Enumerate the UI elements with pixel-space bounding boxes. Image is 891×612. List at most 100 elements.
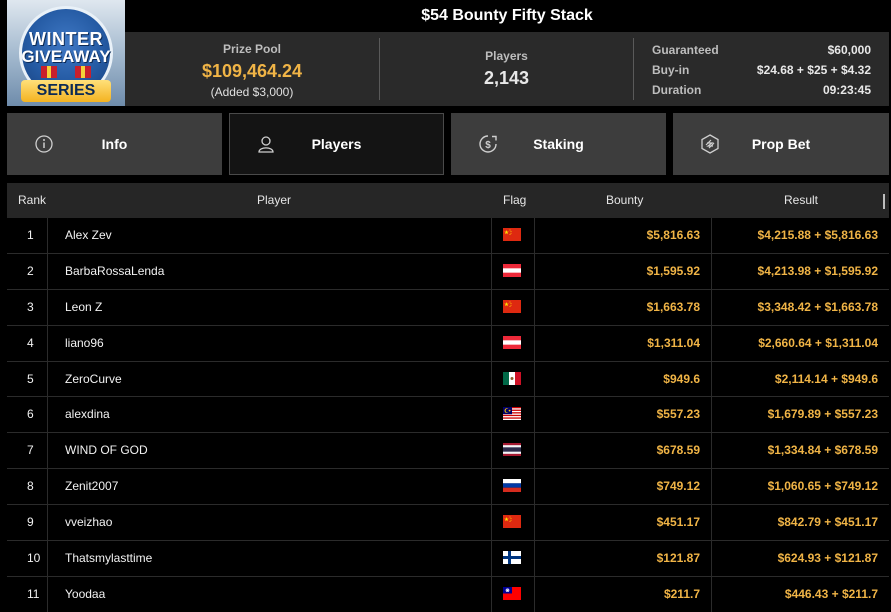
cell-divider xyxy=(47,325,48,361)
taiwan-flag-icon xyxy=(503,586,521,601)
cell-divider xyxy=(534,361,535,397)
player-name-cell[interactable]: Thatsmylasttime xyxy=(65,541,152,576)
result-cell: $3,348.42 + $1,663.78 xyxy=(757,299,878,314)
player-name-cell[interactable]: Yoodaa xyxy=(65,577,105,612)
table-row[interactable]: 11 Yoodaa $211.7 $446.43 + $211.7 xyxy=(7,576,889,612)
duration-row: Duration 09:23:45 xyxy=(652,80,871,100)
player-name-cell[interactable]: vveizhao xyxy=(65,505,112,540)
player-name-cell[interactable]: Zenit2007 xyxy=(65,469,118,504)
finland-flag-icon xyxy=(503,551,521,565)
details-panel: Guaranteed $60,000 Buy-in $24.68 + $25 +… xyxy=(652,40,871,100)
guaranteed-value: $60,000 xyxy=(827,43,871,57)
cell-divider xyxy=(534,218,535,253)
column-header-rank[interactable]: Rank xyxy=(18,183,46,218)
bounty-cell: $1,311.04 xyxy=(647,335,700,350)
player-name-cell[interactable]: Alex Zev xyxy=(65,218,112,253)
tournament-summary: Prize Pool $109,464.24 (Added $3,000) Pl… xyxy=(125,32,889,106)
cell-divider xyxy=(47,433,48,469)
cell-divider xyxy=(491,469,492,505)
duration-value: 09:23:45 xyxy=(822,83,871,97)
players-panel: Players 2,143 xyxy=(380,32,633,106)
cell-divider xyxy=(491,218,492,253)
rank-cell: 2 xyxy=(27,263,34,278)
player-name-cell[interactable]: WIND OF GOD xyxy=(65,433,148,468)
prize-pool-label: Prize Pool xyxy=(222,42,281,56)
tab-players-label: Players xyxy=(311,136,362,152)
buy-in-label: Buy-in xyxy=(652,63,690,77)
table-row[interactable]: 2 BarbaRossaLenda $1,595.92 $4,213.98 + $1,… xyxy=(7,253,889,290)
tab-prop-bet[interactable]: Prop Bet xyxy=(673,113,889,175)
gift-icon xyxy=(41,66,57,78)
table-row[interactable]: 10 Thatsmylasttime $121.87 $624.93 + $121.8… xyxy=(7,541,889,577)
gift-icon xyxy=(75,66,91,78)
result-cell: $1,060.65 + $749.12 xyxy=(767,479,878,494)
austria-flag-icon xyxy=(503,263,521,278)
player-name-cell[interactable]: Leon Z xyxy=(65,290,102,325)
result-cell: $2,660.64 + $1,311.04 xyxy=(758,335,878,350)
cell-divider xyxy=(47,541,48,577)
divider xyxy=(633,38,634,100)
cell-divider xyxy=(711,433,712,469)
table-row[interactable]: 8 Zenit2007 $749.12 $1,060.65 + $749.12 xyxy=(7,469,889,506)
player-name-cell[interactable]: BarbaRossaLenda xyxy=(65,254,164,289)
player-name-cell[interactable]: ZeroCurve xyxy=(65,362,122,397)
cell-divider xyxy=(711,469,712,505)
tab-info[interactable]: Info xyxy=(7,113,222,175)
prize-pool-value: $109,464.24 xyxy=(201,61,303,81)
rank-cell: 6 xyxy=(27,407,34,422)
column-header-bounty[interactable]: Bounty xyxy=(606,183,643,218)
bounty-cell: $121.87 xyxy=(656,551,700,566)
prize-pool-panel: Prize Pool $109,464.24 (Added $3,000) xyxy=(125,32,379,106)
cell-divider xyxy=(534,541,535,577)
logo-line-1: WINTER xyxy=(29,29,103,49)
table-row[interactable]: 7 WIND OF GOD $678.59 $1,334.84 + $678.59 xyxy=(7,433,889,470)
cell-divider xyxy=(47,253,48,289)
cell-divider xyxy=(711,253,712,289)
table-header: Rank Player Flag Bounty Result xyxy=(7,183,889,218)
rank-cell: 1 xyxy=(27,228,34,242)
table-row[interactable]: 9 vveizhao $451.17 $842.79 + $451.17 xyxy=(7,505,889,542)
tab-players[interactable]: Players xyxy=(229,113,444,175)
cell-divider xyxy=(47,218,48,253)
table-row[interactable]: 5 ZeroCurve $949.6 $2,114.14 + $949.6 xyxy=(7,361,889,398)
cell-divider xyxy=(491,325,492,361)
cell-divider xyxy=(534,576,535,612)
table-row[interactable]: 4 liano96 $1,311.04 $2,660.64 + $1,311.04 xyxy=(7,325,889,362)
player-name-cell[interactable]: liano96 xyxy=(65,326,104,361)
scrollbar-thumb[interactable] xyxy=(883,194,885,209)
bounty-cell: $211.7 xyxy=(663,586,700,601)
austria-flag-icon xyxy=(503,335,521,350)
cell-divider xyxy=(534,289,535,325)
china-flag-icon xyxy=(503,515,521,529)
column-header-result[interactable]: Result xyxy=(784,183,818,218)
column-header-flag[interactable]: Flag xyxy=(503,183,526,218)
cell-divider xyxy=(47,576,48,612)
cell-divider xyxy=(711,576,712,612)
prize-pool-added: (Added $3,000) xyxy=(210,85,294,99)
cell-divider xyxy=(534,325,535,361)
rank-cell: 5 xyxy=(27,371,34,386)
china-flag-icon xyxy=(503,228,521,242)
table-row[interactable]: 1 Alex Zev $5,816.63 $4,215.88 + $5,816.63 xyxy=(7,218,889,254)
rank-cell: 10 xyxy=(27,551,41,566)
tournament-title: $54 Bounty Fifty Stack xyxy=(125,0,889,32)
table-row[interactable]: 6 alexdina $557.23 $1,679.89 + $557.23 xyxy=(7,397,889,434)
cell-divider xyxy=(534,469,535,505)
cell-divider xyxy=(711,541,712,577)
cell-divider xyxy=(491,253,492,289)
cell-divider xyxy=(711,325,712,361)
rank-cell: 7 xyxy=(27,443,34,458)
players-table: 1 Alex Zev $5,816.63 $4,215.88 + $5,816.63 2… xyxy=(7,218,889,612)
tab-staking-label: Staking xyxy=(533,136,584,152)
table-row[interactable]: 3 Leon Z $1,663.78 $3,348.42 + $1,663.78 xyxy=(7,289,889,326)
player-name-cell[interactable]: alexdina xyxy=(65,397,110,432)
logo-line-3: SERIES xyxy=(21,80,111,102)
guaranteed-label: Guaranteed xyxy=(652,43,719,57)
bounty-cell: $5,816.63 xyxy=(646,228,700,242)
column-header-player[interactable]: Player xyxy=(257,183,291,218)
rank-cell: 9 xyxy=(27,515,34,530)
tab-staking[interactable]: $ Staking xyxy=(451,113,666,175)
rank-cell: 11 xyxy=(27,586,40,601)
bounty-cell: $1,595.92 xyxy=(646,263,700,278)
cell-divider xyxy=(534,397,535,433)
